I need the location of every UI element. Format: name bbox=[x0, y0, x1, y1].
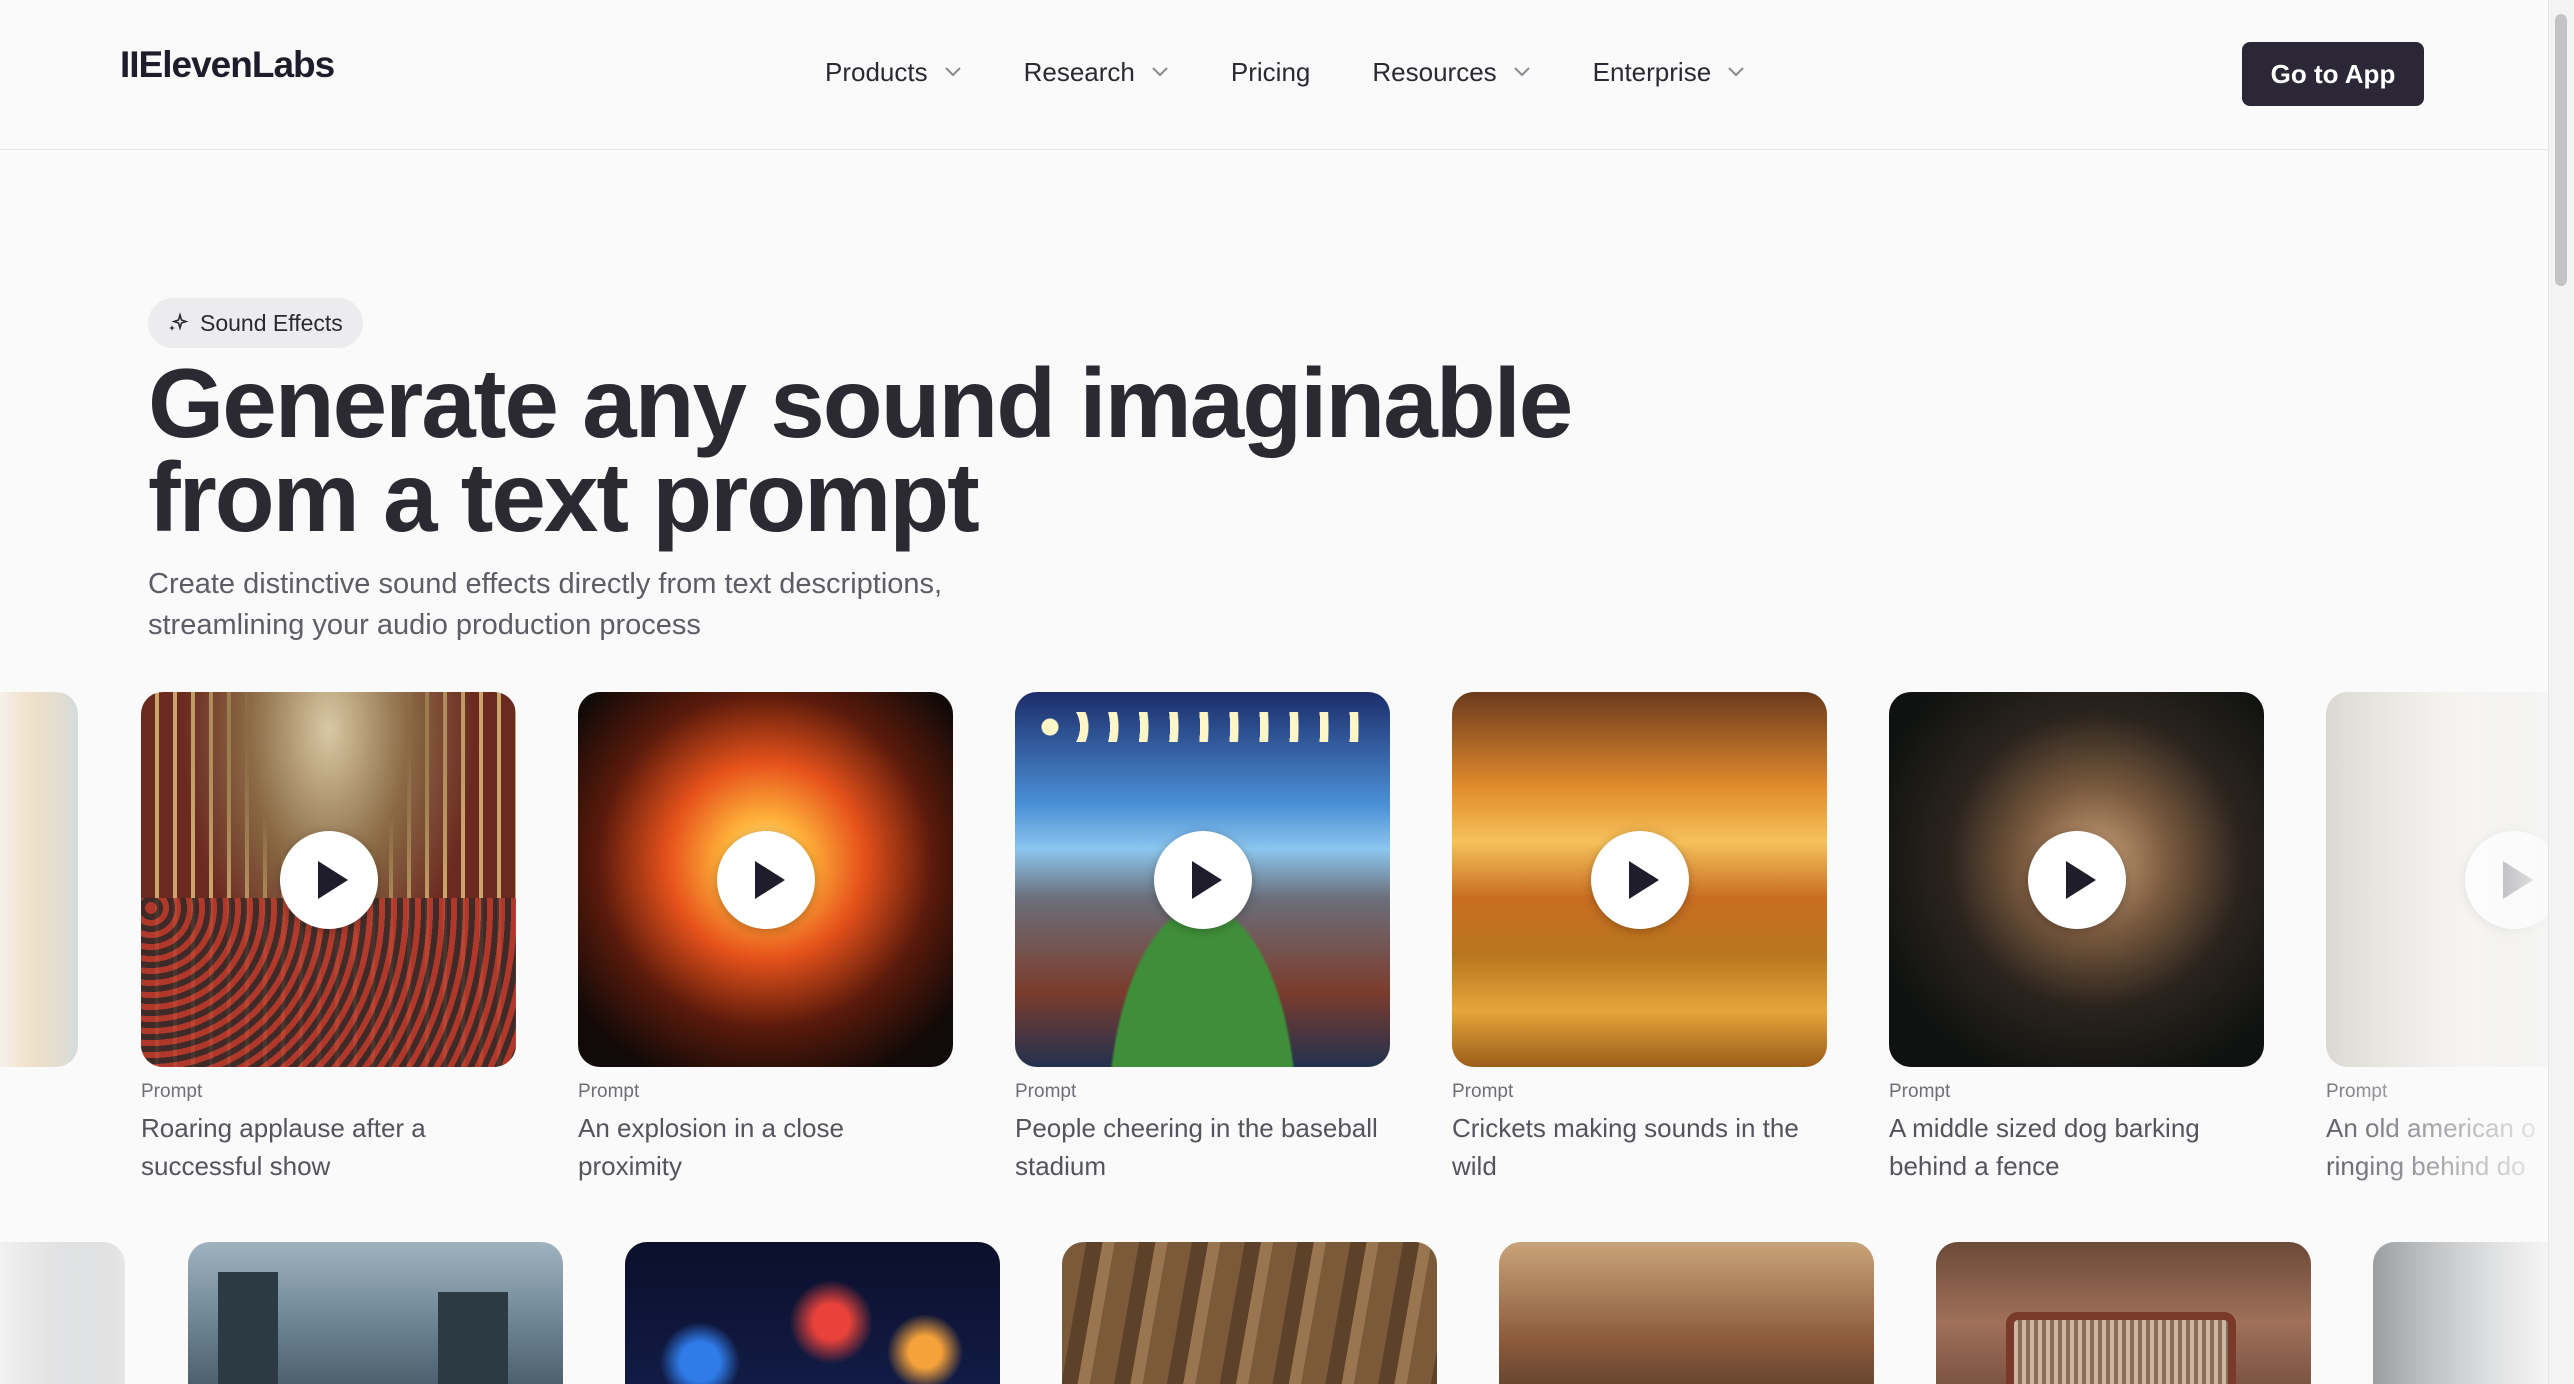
theater-image[interactable] bbox=[141, 692, 516, 1067]
prompt-label: Prompt bbox=[1015, 1081, 1077, 1102]
play-icon[interactable] bbox=[2464, 830, 2548, 929]
prompt-text: An explosion in a close proximity bbox=[578, 1109, 953, 1185]
page-title: Generate any sound imaginable from a tex… bbox=[148, 348, 1648, 552]
play-icon[interactable] bbox=[1153, 830, 1252, 929]
main-nav: Products Research Pricing Resources Ente… bbox=[825, 52, 1807, 92]
stadium-lights-graphic bbox=[1035, 712, 1370, 742]
nav-resources[interactable]: Resources bbox=[1372, 52, 1530, 92]
prompt-text-line-2: stadium bbox=[1015, 1151, 1107, 1181]
wood-image[interactable] bbox=[1062, 1242, 1437, 1384]
prompt-text-line-1: Roaring applause after a bbox=[141, 1113, 426, 1143]
prompt-label: Prompt bbox=[141, 1081, 203, 1102]
sound-effects-badge: Sound Effects bbox=[148, 298, 363, 348]
building-graphic bbox=[438, 1292, 508, 1384]
desert-image[interactable] bbox=[1452, 692, 1827, 1067]
prompt-label: Prompt bbox=[1452, 1081, 1514, 1102]
site-header: IIElevenLabs Products Research Pricing R… bbox=[0, 0, 2548, 150]
prompt-label: Prompt bbox=[578, 1081, 640, 1102]
prompt-text-line-2: proximity bbox=[578, 1151, 683, 1181]
door-image[interactable] bbox=[2326, 692, 2548, 1067]
prompt-text: Roaring applause after a successful show bbox=[141, 1109, 516, 1185]
sound-card-partial-right[interactable]: Prompt An old american o ringing behind … bbox=[2326, 692, 2548, 1185]
prompt-text: An old american o ringing behind do bbox=[2326, 1109, 2548, 1185]
sound-card-street[interactable] bbox=[1499, 1242, 1874, 1384]
stadium-image[interactable] bbox=[1015, 692, 1390, 1067]
sound-card-explosion[interactable]: Prompt An explosion in a close proximity bbox=[578, 692, 953, 1185]
nav-resources-label: Resources bbox=[1372, 56, 1497, 87]
sound-card-dog[interactable]: Prompt A middle sized dog barking behind… bbox=[1889, 692, 2264, 1185]
play-icon[interactable] bbox=[716, 830, 815, 929]
radio-image[interactable] bbox=[1936, 1242, 2311, 1384]
prompt-text-line-2: ringing behind do bbox=[2326, 1151, 2526, 1181]
nav-research-label: Research bbox=[1023, 56, 1135, 87]
sound-card-applause[interactable]: Prompt Roaring applause after a successf… bbox=[141, 692, 516, 1185]
play-icon[interactable] bbox=[2027, 830, 2126, 929]
prompt-label: Prompt bbox=[1889, 1081, 1951, 1102]
sound-card-image[interactable] bbox=[0, 692, 78, 1067]
sound-card-image[interactable] bbox=[2373, 1242, 2548, 1384]
headline-line-1: Generate any sound imaginable bbox=[148, 348, 1573, 458]
badge-label: Sound Effects bbox=[200, 309, 343, 336]
sound-card-fireworks[interactable] bbox=[625, 1242, 1000, 1384]
prompt-text-line-2: behind a fence bbox=[1889, 1151, 2060, 1181]
subtitle-line-1: Create distinctive sound effects directl… bbox=[148, 568, 943, 600]
prompt-text-line-1: An explosion in a close bbox=[578, 1113, 844, 1143]
nav-pricing[interactable]: Pricing bbox=[1231, 52, 1310, 92]
prompt-text-line-1: Crickets making sounds in the bbox=[1452, 1113, 1799, 1143]
nav-products[interactable]: Products bbox=[825, 52, 962, 92]
sound-examples-row-1: Prompt Roaring applause after a successf… bbox=[0, 692, 2548, 1192]
prompt-label: Prompt bbox=[2326, 1081, 2388, 1102]
chevron-down-icon bbox=[944, 67, 961, 77]
sound-examples-row-2 bbox=[0, 1242, 2548, 1384]
prompt-text-line-2: successful show bbox=[141, 1151, 331, 1181]
sound-card-partial-right[interactable] bbox=[2373, 1242, 2548, 1384]
subtitle-line-2: streamlining your audio production proce… bbox=[148, 609, 701, 641]
nav-research[interactable]: Research bbox=[1024, 52, 1169, 92]
dog-image[interactable] bbox=[1889, 692, 2264, 1067]
page-scrollbar[interactable] bbox=[2548, 0, 2574, 1384]
play-icon[interactable] bbox=[1590, 830, 1689, 929]
prompt-text-line-2: wild bbox=[1452, 1151, 1497, 1181]
prompt-text: A middle sized dog barking behind a fenc… bbox=[1889, 1109, 2264, 1185]
sound-card-radio[interactable] bbox=[1936, 1242, 2311, 1384]
sparkles-icon bbox=[169, 312, 189, 331]
elevenlabs-logo[interactable]: IIElevenLabs bbox=[120, 44, 335, 86]
headline-line-2: from a text prompt bbox=[148, 442, 980, 552]
radio-grille-graphic bbox=[2006, 1312, 2236, 1384]
scrollbar-thumb[interactable] bbox=[2555, 14, 2567, 286]
street-image[interactable] bbox=[1499, 1242, 1874, 1384]
nav-enterprise-label: Enterprise bbox=[1592, 56, 1712, 87]
chevron-down-icon bbox=[1728, 67, 1744, 77]
building-graphic bbox=[218, 1272, 278, 1384]
sound-card-image[interactable] bbox=[0, 1242, 125, 1384]
go-to-app-button[interactable]: Go to App bbox=[2242, 42, 2424, 106]
prompt-text: Crickets making sounds in the wild bbox=[1452, 1109, 1827, 1185]
sound-card-city[interactable] bbox=[188, 1242, 563, 1384]
sound-card-crickets[interactable]: Prompt Crickets making sounds in the wil… bbox=[1452, 692, 1827, 1185]
prompt-text-line-1: A middle sized dog barking bbox=[1889, 1113, 2200, 1143]
prompt-text-line-1: An old american o bbox=[2326, 1113, 2536, 1143]
explosion-image[interactable] bbox=[578, 692, 953, 1067]
fireworks-image[interactable] bbox=[625, 1242, 1000, 1384]
nav-pricing-label: Pricing bbox=[1230, 56, 1311, 87]
sound-card-partial-left[interactable] bbox=[0, 1242, 125, 1384]
chevron-down-icon bbox=[1513, 67, 1530, 77]
sound-card-stadium[interactable]: Prompt People cheering in the baseball s… bbox=[1015, 692, 1390, 1185]
sound-card-partial-left[interactable] bbox=[0, 692, 78, 1067]
prompt-text-line-1: People cheering in the baseball bbox=[1015, 1113, 1378, 1143]
nav-products-label: Products bbox=[825, 56, 928, 87]
play-icon[interactable] bbox=[279, 830, 378, 929]
city-image[interactable] bbox=[188, 1242, 563, 1384]
sound-card-wood[interactable] bbox=[1062, 1242, 1437, 1384]
nav-enterprise[interactable]: Enterprise bbox=[1593, 52, 1746, 92]
chevron-down-icon bbox=[1152, 67, 1168, 77]
prompt-text: People cheering in the baseball stadium bbox=[1015, 1109, 1390, 1185]
hero-subtitle: Create distinctive sound effects directl… bbox=[148, 564, 1048, 646]
